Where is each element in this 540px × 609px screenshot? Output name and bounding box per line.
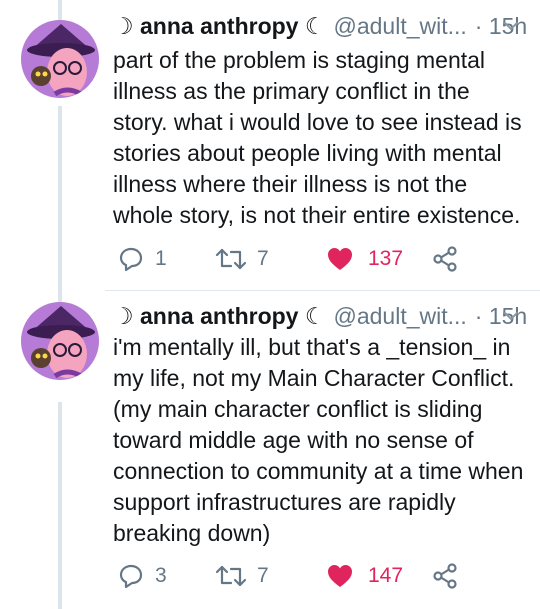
author-handle[interactable]: @adult_wit... bbox=[333, 303, 466, 330]
tweet-text: i'm mentally ill, but that's a _tension_… bbox=[113, 334, 524, 546]
heart-icon bbox=[328, 565, 352, 587]
reply-button[interactable]: 1 bbox=[117, 241, 167, 277]
like-button[interactable]: 137 bbox=[326, 241, 403, 277]
share-icon bbox=[433, 563, 457, 589]
retweet-button[interactable]: 7 bbox=[215, 241, 269, 277]
heart-icon bbox=[328, 248, 352, 270]
tweet[interactable]: ☽ anna anthropy ☾ @adult_wit... · 15h pa… bbox=[0, 0, 540, 291]
reply-count: 1 bbox=[155, 247, 167, 270]
tweet-thread: ☽ anna anthropy ☾ @adult_wit... · 15h pa… bbox=[0, 0, 540, 609]
avatar[interactable] bbox=[21, 302, 99, 380]
retweet-button[interactable]: 7 bbox=[215, 558, 269, 594]
reply-icon bbox=[119, 247, 143, 272]
retweet-icon bbox=[215, 565, 247, 587]
tweet-actions: 1 7 137 bbox=[113, 241, 540, 277]
avatar[interactable] bbox=[21, 20, 99, 98]
tweet[interactable]: ☽ anna anthropy ☾ @adult_wit... · 15h i'… bbox=[0, 291, 540, 609]
share-icon bbox=[433, 246, 457, 272]
tweet-actions: 3 7 147 bbox=[113, 558, 540, 594]
share-button[interactable] bbox=[431, 241, 459, 277]
retweet-count: 7 bbox=[257, 564, 269, 587]
like-count: 137 bbox=[368, 247, 404, 270]
share-button[interactable] bbox=[431, 558, 459, 594]
chevron-down-icon[interactable] bbox=[502, 17, 520, 35]
like-button[interactable]: 147 bbox=[326, 558, 403, 594]
tweet-text: part of the problem is staging mental il… bbox=[113, 47, 522, 228]
tweet-header: ☽ anna anthropy ☾ @adult_wit... · 15h bbox=[113, 299, 527, 333]
reply-button[interactable]: 3 bbox=[117, 558, 167, 594]
tweet-header: ☽ anna anthropy ☾ @adult_wit... · 15h bbox=[113, 9, 527, 43]
author-name[interactable]: ☽ anna anthropy ☾ bbox=[113, 13, 325, 40]
author-name[interactable]: ☽ anna anthropy ☾ bbox=[113, 303, 325, 330]
reply-count: 3 bbox=[155, 564, 167, 587]
reply-icon bbox=[119, 564, 143, 589]
author-handle[interactable]: @adult_wit... bbox=[333, 13, 466, 40]
chevron-down-icon[interactable] bbox=[502, 307, 520, 325]
retweet-icon bbox=[215, 248, 247, 270]
retweet-count: 7 bbox=[257, 247, 269, 270]
like-count: 147 bbox=[368, 564, 404, 587]
